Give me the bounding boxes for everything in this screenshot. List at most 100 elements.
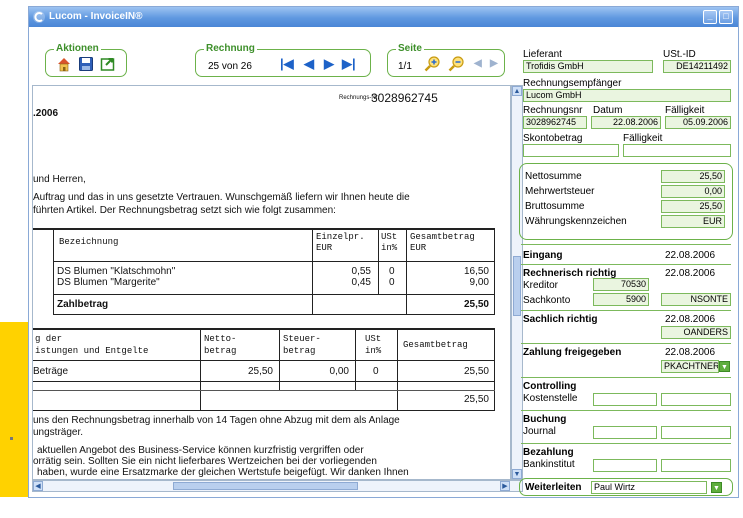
betraege-ust: 0 xyxy=(373,366,379,377)
panel-separator xyxy=(521,264,731,265)
maximize-button[interactable]: □ xyxy=(719,10,733,24)
kostenstelle-field[interactable] xyxy=(593,393,657,406)
col-ust-unit: in% xyxy=(381,243,398,253)
bankinstitut-field[interactable] xyxy=(593,459,657,472)
sachlich-user-field[interactable]: OANDERS xyxy=(661,326,731,339)
empfaenger-field[interactable]: Lucom GmbH xyxy=(523,89,731,102)
zahlung-user-field[interactable]: PKACHTNER xyxy=(661,360,719,373)
kostenstelle-extra-field[interactable] xyxy=(661,393,731,406)
eingang-label: Eingang xyxy=(523,250,563,261)
col-ust2-sub: in% xyxy=(365,346,382,356)
panel-separator xyxy=(521,244,731,245)
skonto-faelligkeit-label: Fälligkeit xyxy=(623,133,663,144)
zahlbetrag-label: Zahlbetrag xyxy=(57,299,109,310)
first-icon[interactable]: |◀ xyxy=(280,57,294,71)
horizontal-scroll-thumb[interactable] xyxy=(173,482,358,490)
seite-label: Seite xyxy=(396,43,424,55)
item-ust: 0 xyxy=(389,266,395,277)
waehrung-field[interactable]: EUR xyxy=(661,215,725,228)
rechnungsnr-label: Rechnungsnr xyxy=(523,105,583,116)
intro-line-1: Auftrag und das in uns gesetzte Vertraue… xyxy=(33,192,410,203)
journal-field[interactable] xyxy=(593,426,657,439)
brutto-field[interactable]: 25,50 xyxy=(661,200,725,213)
sachkonto-field[interactable]: 5900 xyxy=(593,293,649,306)
kostenstelle-label: Kostenstelle xyxy=(523,393,578,404)
skonto-field[interactable] xyxy=(523,144,619,157)
mwst-field[interactable]: 0,00 xyxy=(661,185,725,198)
aktionen-group: Aktionen xyxy=(45,43,127,77)
betraege-label: Beträge xyxy=(33,366,69,377)
app-window: Lucom - InvoiceIN® _ □ Aktionen Rechnung… xyxy=(28,6,739,498)
last-icon[interactable]: ▶| xyxy=(342,57,356,71)
footer-line-3: aktuellen Angebot des Business-Service k… xyxy=(37,445,364,456)
netto-label: Nettosumme xyxy=(525,171,582,182)
page-counter: 1/1 xyxy=(398,61,412,72)
sachkonto-label: Sachkonto xyxy=(523,295,571,306)
grand-total: 25,50 xyxy=(463,394,489,405)
dropdown-icon[interactable]: ▼ xyxy=(711,482,722,493)
col-leistungen: istungen und Entgelte xyxy=(35,346,149,356)
zoom-in-icon[interactable] xyxy=(424,55,441,72)
dropdown-icon[interactable]: ▼ xyxy=(719,361,730,372)
horizontal-scrollbar[interactable]: ◀ ▶ xyxy=(32,480,523,492)
salutation-text: und Herren, xyxy=(33,174,86,185)
invoice-number: 3028962745 xyxy=(371,91,438,105)
sachkonto-user-field[interactable]: NSONTE xyxy=(661,293,731,306)
betraege-steuer: 0,00 xyxy=(329,366,349,377)
panel-separator xyxy=(521,310,731,311)
scroll-up-icon[interactable]: ▲ xyxy=(512,86,522,96)
save-icon[interactable] xyxy=(78,56,94,72)
col-gesamt2: Gesamtbetrag xyxy=(403,340,468,350)
betraege-netto: 25,50 xyxy=(247,366,273,377)
item-price: 0,45 xyxy=(351,277,371,288)
vertical-scrollbar[interactable]: ▲ ▼ xyxy=(511,85,523,480)
next-icon[interactable]: ▶ xyxy=(324,57,334,71)
footer-line-2: ungsträger. xyxy=(33,427,84,438)
netto-field[interactable]: 25,50 xyxy=(661,170,725,183)
page-prev-icon[interactable]: ◀ xyxy=(474,57,482,71)
col-art: g der xyxy=(35,334,63,344)
minimize-button[interactable]: _ xyxy=(703,10,717,24)
kreditor-label: Kreditor xyxy=(523,280,559,291)
background-dot xyxy=(10,437,13,440)
footer-line-4: orrätig sein. Sollten Sie ein nicht lief… xyxy=(33,456,377,467)
skonto-faelligkeit-field[interactable] xyxy=(623,144,731,157)
rechnung-group: Rechnung 25 von 26 |◀ ◀ ▶ ▶| xyxy=(195,43,371,77)
col-einzelpreis: Einzelpr. xyxy=(316,232,365,242)
faelligkeit-field[interactable]: 05.09.2006 xyxy=(665,116,731,129)
footer-line-5: haben, wurde eine Ersatzmarke der gleich… xyxy=(37,467,409,478)
journal-extra-field[interactable] xyxy=(661,426,731,439)
bankinstitut-extra-field[interactable] xyxy=(661,459,731,472)
bezahlung-label: Bezahlung xyxy=(523,447,574,458)
lieferant-label: Lieferant xyxy=(523,49,562,60)
page-next-icon[interactable]: ▶ xyxy=(490,57,498,71)
weiterleiten-field[interactable]: Paul Wirtz xyxy=(591,481,707,494)
col-gesamtbetrag: Gesamtbetrag xyxy=(410,232,475,242)
controlling-label: Controlling xyxy=(523,381,577,392)
document-viewer[interactable]: Rechnungs-Nr. 3028962745 .2006 und Herre… xyxy=(32,85,511,480)
window-title: Lucom - InvoiceIN® xyxy=(49,11,143,22)
kreditor-field[interactable]: 70530 xyxy=(593,278,649,291)
invoice-date-fragment: .2006 xyxy=(33,108,59,119)
lieferant-field[interactable]: Trofidis GmbH xyxy=(523,60,653,73)
datum-label: Datum xyxy=(593,105,623,116)
scroll-down-icon[interactable]: ▼ xyxy=(512,469,522,479)
sachlich-date: 22.08.2006 xyxy=(665,314,716,325)
datum-field[interactable]: 22.08.2006 xyxy=(591,116,661,129)
item-total: 16,50 xyxy=(463,266,489,277)
rechnungsnr-field[interactable]: 3028962745 xyxy=(523,116,587,129)
panel-separator xyxy=(521,343,731,344)
betraege-total: 25,50 xyxy=(463,366,489,377)
scroll-right-icon[interactable]: ▶ xyxy=(500,481,510,491)
home-icon[interactable] xyxy=(56,56,72,72)
prev-icon[interactable]: ◀ xyxy=(304,57,314,71)
ustid-field[interactable]: DE14211492 xyxy=(663,60,731,73)
col-ust: USt xyxy=(381,232,398,242)
aktionen-label: Aktionen xyxy=(54,43,101,55)
export-icon[interactable] xyxy=(100,56,116,72)
vertical-scroll-thumb[interactable] xyxy=(513,256,521,316)
journal-label: Journal xyxy=(523,426,556,437)
zoom-out-icon[interactable] xyxy=(448,55,465,72)
scroll-left-icon[interactable]: ◀ xyxy=(33,481,43,491)
app-logo-icon xyxy=(33,11,45,23)
